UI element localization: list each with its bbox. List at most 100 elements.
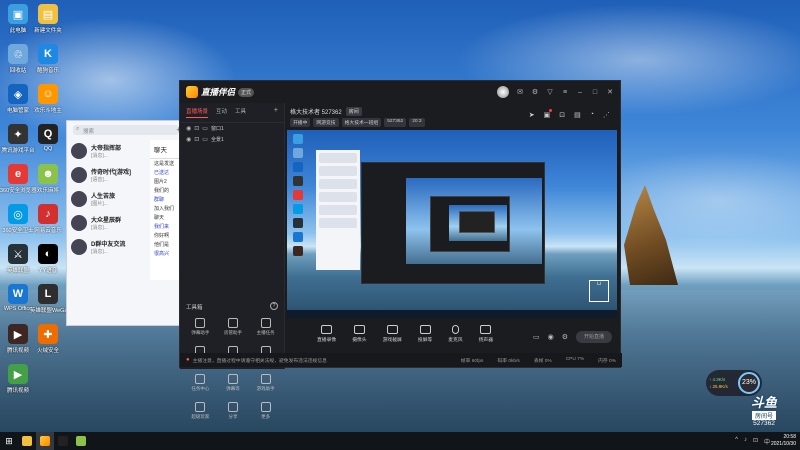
image-icon[interactable]: ▤ bbox=[574, 111, 581, 119]
desktop-icon[interactable]: Q QQ bbox=[30, 124, 66, 152]
help-icon[interactable]: ? bbox=[270, 302, 278, 310]
desktop-icon-label: 腾讯视频 bbox=[6, 388, 29, 394]
taskbar-app-livestream[interactable] bbox=[36, 432, 54, 450]
desktop-icon[interactable]: ✚ 火绒安全 bbox=[30, 324, 66, 354]
stream-preview[interactable]: ⊔ bbox=[287, 130, 617, 318]
desktop-icon-label: 欢乐斗地主 bbox=[34, 108, 62, 114]
tool-item[interactable]: 弹幕助手 bbox=[184, 318, 217, 336]
left-tabs: 直播场景 互动 工具 + bbox=[180, 103, 284, 123]
tray-icon[interactable]: ♪ bbox=[744, 437, 747, 446]
user-avatar[interactable] bbox=[497, 86, 509, 98]
window-icon: ▭ bbox=[202, 126, 208, 132]
scene-row[interactable]: ◉ ⊡ ▭ 窗口1 bbox=[180, 123, 284, 134]
desktop-icon-label: 酷狗音乐 bbox=[36, 68, 59, 74]
upload-speed: ↑ 4.3K/s bbox=[709, 377, 726, 382]
message-icon[interactable]: ✉ bbox=[516, 88, 524, 96]
eye-icon[interactable]: ◉ bbox=[186, 125, 191, 132]
app-icon: ◐ bbox=[38, 244, 58, 264]
clock[interactable]: 20:58 2021/10/30 bbox=[771, 434, 796, 448]
net-speeds: ↑ 4.3K/s ↓ 25.9K/s bbox=[709, 376, 728, 390]
app-icon: ◎ bbox=[8, 204, 28, 224]
desktop-icon[interactable]: ♪ 网易云音乐 bbox=[30, 204, 66, 234]
preview-nested-app-3 bbox=[459, 211, 495, 233]
skin-icon[interactable]: ▽ bbox=[546, 88, 554, 96]
source-button[interactable]: 麦克风 bbox=[448, 325, 463, 343]
source-label: 直播录像 bbox=[317, 338, 337, 343]
tray-icon[interactable]: ^ bbox=[735, 437, 738, 446]
tool-label: 游戏助手 bbox=[256, 386, 275, 391]
desktop-icon[interactable]: ☻ 欢乐麻将 bbox=[30, 164, 66, 194]
lock-icon[interactable]: ⊡ bbox=[194, 125, 199, 132]
desktop-icon[interactable]: K 酷狗音乐 bbox=[30, 44, 66, 74]
eye-icon[interactable]: ◉ bbox=[548, 333, 554, 341]
maximize-icon[interactable]: □ bbox=[591, 89, 599, 96]
bell-icon[interactable]: ◔ bbox=[590, 111, 594, 119]
status-stat: CPU 7% bbox=[565, 356, 585, 362]
tab-scenes[interactable]: 直播场景 bbox=[186, 107, 209, 118]
tool-item[interactable]: 超级玩家 bbox=[184, 402, 217, 420]
tool-item[interactable]: 弹幕等 bbox=[217, 374, 250, 392]
tab-tools[interactable]: 工具 bbox=[235, 107, 246, 118]
windows-start-icon[interactable]: ⊞ bbox=[0, 432, 18, 450]
share-icon[interactable]: ⋰ bbox=[603, 111, 610, 119]
version-badge[interactable]: 正式 bbox=[238, 87, 255, 97]
tray-icon[interactable]: 中 bbox=[764, 437, 770, 446]
tool-item[interactable]: 更多 bbox=[249, 402, 282, 420]
tool-icon bbox=[195, 374, 206, 384]
gear-icon[interactable]: ⚙ bbox=[562, 333, 568, 341]
lock-icon[interactable]: ⊡ bbox=[559, 111, 565, 119]
tool-icon bbox=[227, 318, 238, 328]
source-button[interactable]: 扬声器 bbox=[479, 325, 493, 343]
avatar bbox=[71, 191, 87, 207]
close-icon[interactable]: ✕ bbox=[606, 88, 614, 96]
taskbar-app-explorer[interactable] bbox=[18, 432, 36, 450]
app-icon: ▶ bbox=[8, 364, 28, 384]
source-button[interactable]: 直播录像 bbox=[317, 325, 336, 343]
eye-icon[interactable]: ◉ bbox=[186, 136, 191, 143]
stream-info: 格大技术者 527362 房间 bbox=[290, 107, 362, 116]
tool-item[interactable]: 任务中心 bbox=[184, 374, 217, 392]
desktop-icon[interactable]: ☺ 欢乐斗地主 bbox=[30, 84, 66, 114]
add-scene-icon[interactable]: + bbox=[274, 107, 278, 118]
camera-icon[interactable]: ▭ bbox=[533, 333, 540, 341]
lock-icon[interactable]: ⊡ bbox=[194, 136, 199, 143]
preview-icon bbox=[293, 134, 303, 144]
taskbar-app-game[interactable] bbox=[72, 432, 90, 450]
desktop-icon[interactable]: ▶ 腾讯视频 bbox=[0, 364, 36, 394]
app-icon: ▤ bbox=[38, 4, 58, 24]
tool-icon bbox=[260, 374, 271, 384]
cursor-icon[interactable]: ➤ bbox=[529, 111, 535, 119]
source-label: 扬声器 bbox=[478, 338, 494, 343]
tool-item[interactable]: 分享 bbox=[217, 402, 250, 420]
desktop-icon[interactable]: ◐ YY语音 bbox=[30, 244, 66, 274]
source-button[interactable]: 投屏等 bbox=[418, 325, 432, 343]
scene-row[interactable]: ◉ ⊡ ▭ 全景1 bbox=[180, 134, 284, 145]
source-button[interactable]: 游戏截屏 bbox=[383, 325, 402, 343]
minimize-icon[interactable]: – bbox=[576, 89, 584, 96]
tool-item[interactable]: 房管助手 bbox=[217, 318, 250, 336]
start-live-button[interactable]: 开始直播 bbox=[576, 331, 612, 343]
stream-chip: 527362 bbox=[384, 118, 407, 127]
chat-search-input[interactable]: ⌕ 搜索 bbox=[73, 125, 179, 135]
menu-icon[interactable]: ≡ bbox=[561, 89, 569, 96]
preview-nested-app bbox=[361, 162, 545, 284]
toolbox-grid: 弹幕助手房管助手主播任务视频直播多人连麦抽奖等任务中心弹幕等游戏助手超级玩家分享… bbox=[184, 318, 282, 420]
desktop-icon[interactable]: L 英雄联盟WeGame bbox=[30, 284, 66, 314]
source-button[interactable]: 摄像头 bbox=[352, 325, 367, 343]
app-icon: L bbox=[38, 284, 58, 304]
gift-icon[interactable]: ▣ bbox=[544, 109, 552, 119]
preview-chat-window bbox=[316, 150, 360, 270]
tool-item[interactable]: 游戏助手 bbox=[249, 374, 282, 392]
settings-icon[interactable]: ⚙ bbox=[531, 88, 539, 96]
room-badge[interactable]: 房间 bbox=[345, 107, 362, 116]
tool-item[interactable]: 主播任务 bbox=[249, 318, 282, 336]
desktop-icon[interactable]: ▤ 新建文件夹 bbox=[30, 4, 66, 34]
tab-interact[interactable]: 互动 bbox=[216, 107, 227, 118]
tool-label: 主播任务 bbox=[256, 330, 275, 335]
taskbar-app-qq[interactable] bbox=[54, 432, 72, 450]
tool-label: 弹幕等 bbox=[226, 386, 240, 391]
desktop-icon-label: 英雄联盟WeGame bbox=[30, 308, 66, 314]
tray-icon[interactable]: ⊡ bbox=[753, 437, 758, 446]
tool-label: 弹幕助手 bbox=[191, 330, 210, 335]
desktop-icon-label: 欢乐麻将 bbox=[36, 188, 59, 194]
